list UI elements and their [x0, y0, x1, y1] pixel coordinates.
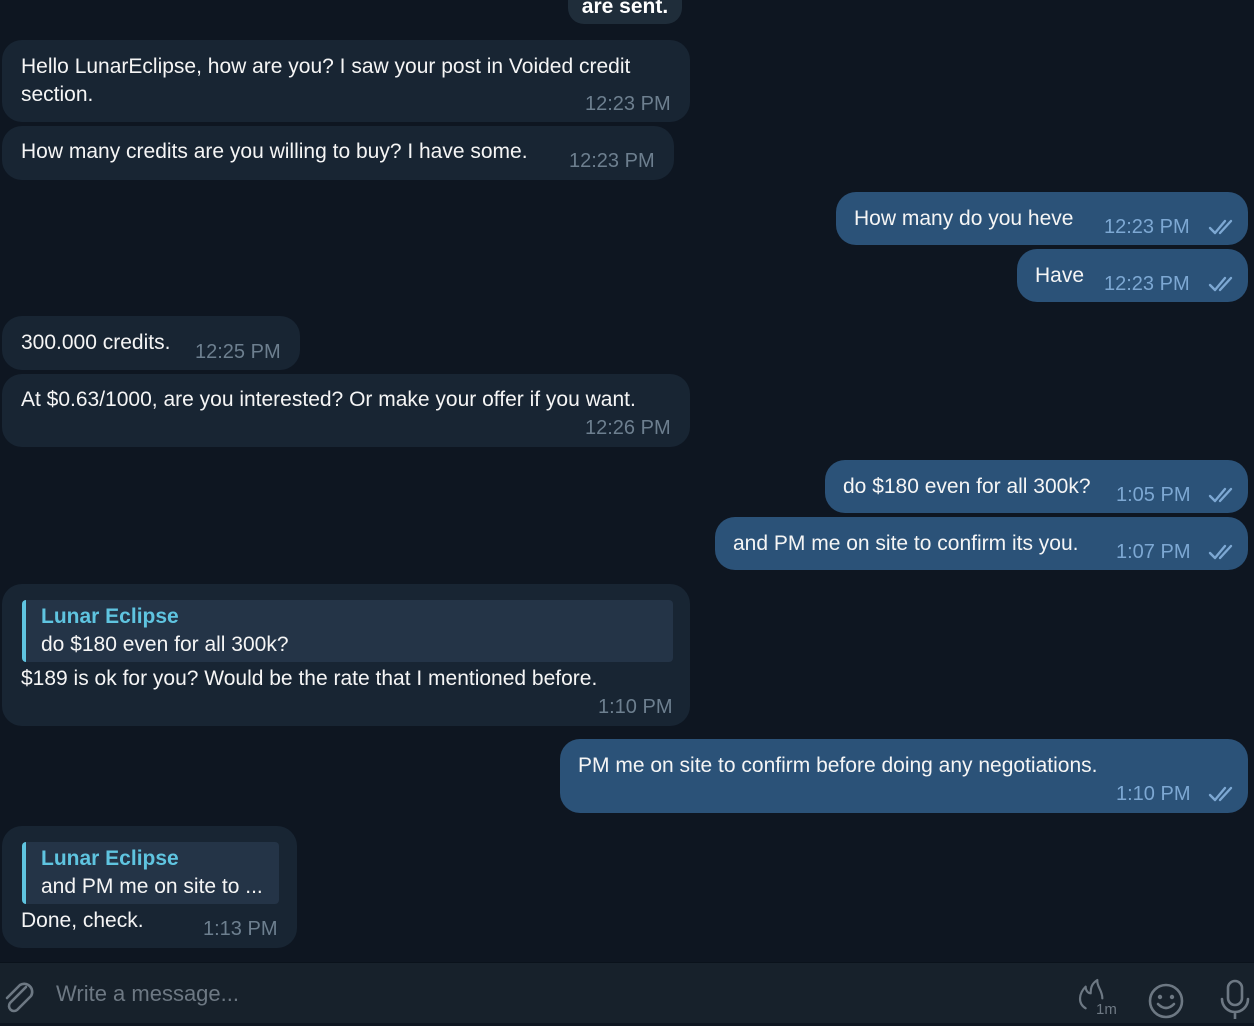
message-text: 300.000 credits.: [21, 331, 171, 354]
message-text: $189 is ok for you? Would be the rate th…: [21, 667, 598, 690]
read-checkmarks-icon: [1208, 276, 1233, 292]
reply-text: and PM me on site to ...: [41, 875, 263, 898]
voice-message-button[interactable]: [1215, 979, 1254, 1021]
read-checkmarks-icon: [1208, 544, 1233, 560]
service-message: are sent.: [568, 0, 682, 24]
read-checkmarks-icon: [1208, 487, 1233, 503]
message-input[interactable]: [54, 977, 958, 1011]
attach-button[interactable]: [0, 977, 40, 1017]
message-time: 12:23 PM: [585, 93, 671, 115]
message-time: 1:07 PM: [1116, 541, 1191, 563]
message-time: 12:26 PM: [585, 417, 671, 439]
reply-author: Lunar Eclipse: [41, 847, 179, 870]
outgoing-message[interactable]: do $180 even for all 300k? 1:05 PM: [825, 460, 1248, 513]
incoming-message[interactable]: Lunar Eclipse do $180 even for all 300k?…: [2, 584, 690, 726]
message-time: 12:23 PM: [1104, 273, 1190, 295]
message-time: 1:05 PM: [1116, 484, 1191, 506]
microphone-icon: [1220, 979, 1250, 1021]
incoming-message[interactable]: Lunar Eclipse and PM me on site to ... D…: [2, 826, 297, 948]
self-destruct-timer-button[interactable]: 1m: [1074, 975, 1122, 1018]
reply-quote[interactable]: Lunar Eclipse and PM me on site to ...: [22, 842, 279, 904]
outgoing-message[interactable]: How many do you heve 12:23 PM: [836, 192, 1248, 245]
service-message-text: are sent.: [581, 0, 669, 18]
incoming-message[interactable]: How many credits are you willing to buy?…: [2, 126, 674, 180]
emoji-button[interactable]: [1146, 981, 1186, 1021]
message-text: and PM me on site to confirm its you.: [733, 532, 1079, 555]
message-text: At $0.63/1000, are you interested? Or ma…: [21, 388, 636, 411]
message-text: Done, check.: [21, 909, 144, 932]
message-text: How many credits are you willing to buy?…: [21, 140, 528, 163]
outgoing-message[interactable]: Have 12:23 PM: [1017, 249, 1248, 302]
outgoing-message[interactable]: and PM me on site to confirm its you. 1:…: [715, 517, 1248, 570]
message-text: Hello LunarEclipse, how are you? I saw y…: [21, 55, 631, 78]
message-time: 1:10 PM: [598, 696, 673, 718]
message-text: do $180 even for all 300k?: [843, 475, 1091, 498]
message-composer: 1m: [0, 962, 1254, 1023]
incoming-message[interactable]: At $0.63/1000, are you interested? Or ma…: [2, 374, 690, 447]
message-time: 12:25 PM: [195, 341, 281, 363]
incoming-message[interactable]: Hello LunarEclipse, how are you? I saw y…: [2, 40, 690, 122]
smiley-icon: [1148, 983, 1184, 1019]
read-checkmarks-icon: [1208, 219, 1233, 235]
reply-author: Lunar Eclipse: [41, 605, 179, 628]
read-checkmarks-icon: [1208, 786, 1233, 802]
reply-quote[interactable]: Lunar Eclipse do $180 even for all 300k?: [22, 600, 673, 662]
paperclip-icon: [5, 982, 34, 1013]
message-time: 1:10 PM: [1116, 783, 1191, 805]
message-text: Have: [1035, 264, 1085, 287]
outgoing-message[interactable]: PM me on site to confirm before doing an…: [560, 739, 1248, 813]
incoming-message[interactable]: 300.000 credits. 12:25 PM: [2, 316, 300, 370]
timer-label: 1m: [1096, 1001, 1117, 1018]
message-time: 12:23 PM: [1104, 216, 1190, 238]
reply-text: do $180 even for all 300k?: [41, 633, 289, 656]
message-text: How many do you heve: [854, 207, 1074, 230]
chat-history: are sent. Hello LunarEclipse, how are yo…: [0, 0, 1254, 962]
message-text-line2: section.: [21, 83, 94, 106]
message-time: 12:23 PM: [569, 150, 655, 172]
message-text: PM me on site to confirm before doing an…: [578, 754, 1098, 777]
message-time: 1:13 PM: [203, 918, 278, 940]
